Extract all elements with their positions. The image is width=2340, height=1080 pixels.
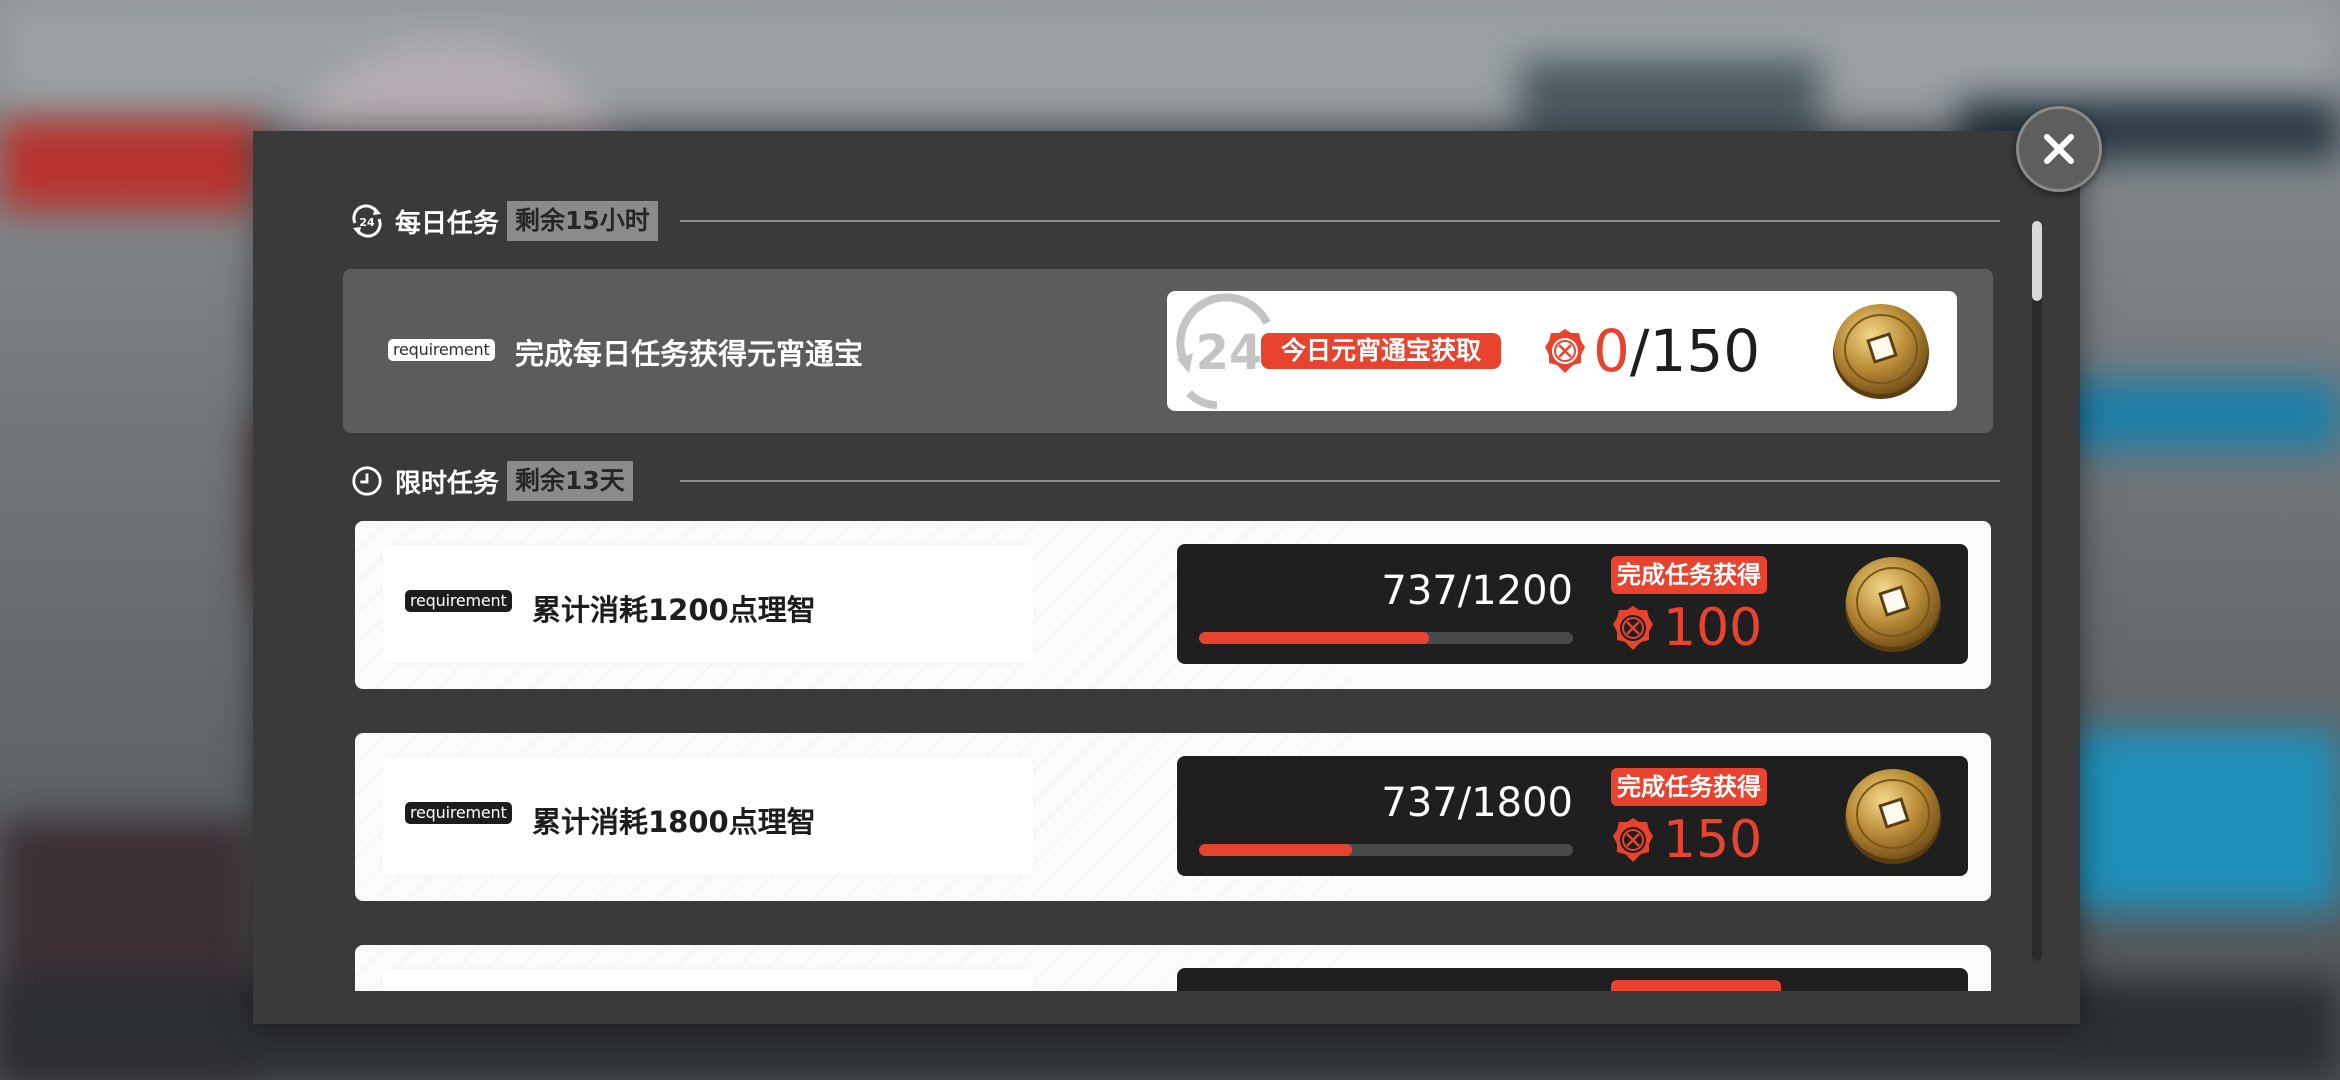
clock-icon (349, 463, 385, 499)
scrollbar[interactable] (2032, 221, 2042, 961)
limited-section-header: 限时任务 剩余13天 (349, 461, 633, 501)
task-row (355, 945, 1991, 991)
coin-icon (1845, 769, 1941, 864)
task-dialog: 24 每日任务 剩余15小时 requirement 完成每日任务获得元宵通宝 … (253, 131, 2080, 1024)
progress-bar (1199, 632, 1573, 644)
task-progress-card: 737/1200 完成任务获得 100 (1177, 544, 1968, 664)
daily-section-header: 24 每日任务 剩余15小时 (349, 201, 658, 241)
coin-icon (1833, 304, 1929, 399)
task-text: 累计消耗1800点理智 (532, 805, 816, 839)
token-icon (1545, 329, 1585, 373)
daily-reward-card: 24 今日元宵通宝获取 0 / 150 (1167, 291, 1957, 411)
limited-remaining-badge: 剩余13天 (507, 461, 633, 501)
daily-current-count: 0 (1593, 317, 1630, 385)
requirement-tag: requirement (388, 339, 495, 361)
reward-amount: 100 (1611, 598, 1763, 658)
reward-amount-value: 100 (1663, 598, 1763, 658)
scrollbar-thumb[interactable] (2032, 221, 2042, 301)
daily-task-row: requirement 完成每日任务获得元宵通宝 24 今日元宵通宝获取 0 /… (343, 269, 1993, 433)
section-divider (680, 480, 2000, 482)
close-button[interactable] (2016, 106, 2102, 192)
token-icon (1613, 818, 1653, 862)
task-text: 累计消耗1200点理智 (532, 593, 816, 627)
reward-label: 完成任务获得 (1611, 556, 1767, 594)
requirement-tag: requirement (405, 590, 512, 612)
coin-icon (1845, 557, 1941, 652)
section-divider (680, 220, 2000, 222)
progress-text: 737/1800 (1381, 780, 1573, 826)
daily-count-separator: / (1629, 317, 1650, 385)
task-row: requirement 累计消耗1200点理智 737/1200 完成任务获得 … (355, 521, 1991, 689)
task-row: requirement 累计消耗1800点理智 737/1800 完成任务获得 … (355, 733, 1991, 901)
reward-label (1611, 980, 1781, 991)
svg-text:24: 24 (359, 216, 375, 229)
limited-section-title: 限时任务 (395, 468, 500, 499)
progress-bar (1199, 844, 1573, 856)
daily-section-title: 每日任务 (395, 208, 500, 239)
svg-text:24: 24 (1196, 325, 1263, 381)
daily-counter: 0 / 150 (1543, 317, 1761, 385)
daily-remaining-badge: 剩余15小时 (507, 201, 658, 241)
close-icon (2044, 134, 2074, 164)
requirement-tag: requirement (405, 802, 512, 824)
clock-24-icon: 24 (349, 203, 385, 239)
progress-text: 737/1200 (1381, 568, 1573, 614)
daily-acquire-badge: 今日元宵通宝获取 (1261, 333, 1502, 369)
task-progress-card (1177, 968, 1968, 991)
daily-max-count: 150 (1649, 317, 1761, 385)
daily-task-text: 完成每日任务获得元宵通宝 (515, 337, 864, 371)
limited-task-list[interactable]: requirement 累计消耗1200点理智 737/1200 完成任务获得 … (343, 521, 2003, 991)
reward-label: 完成任务获得 (1611, 768, 1767, 806)
reward-amount-value: 150 (1663, 810, 1763, 870)
token-icon (1613, 606, 1653, 650)
reward-amount: 150 (1611, 810, 1763, 870)
task-progress-card: 737/1800 完成任务获得 150 (1177, 756, 1968, 876)
